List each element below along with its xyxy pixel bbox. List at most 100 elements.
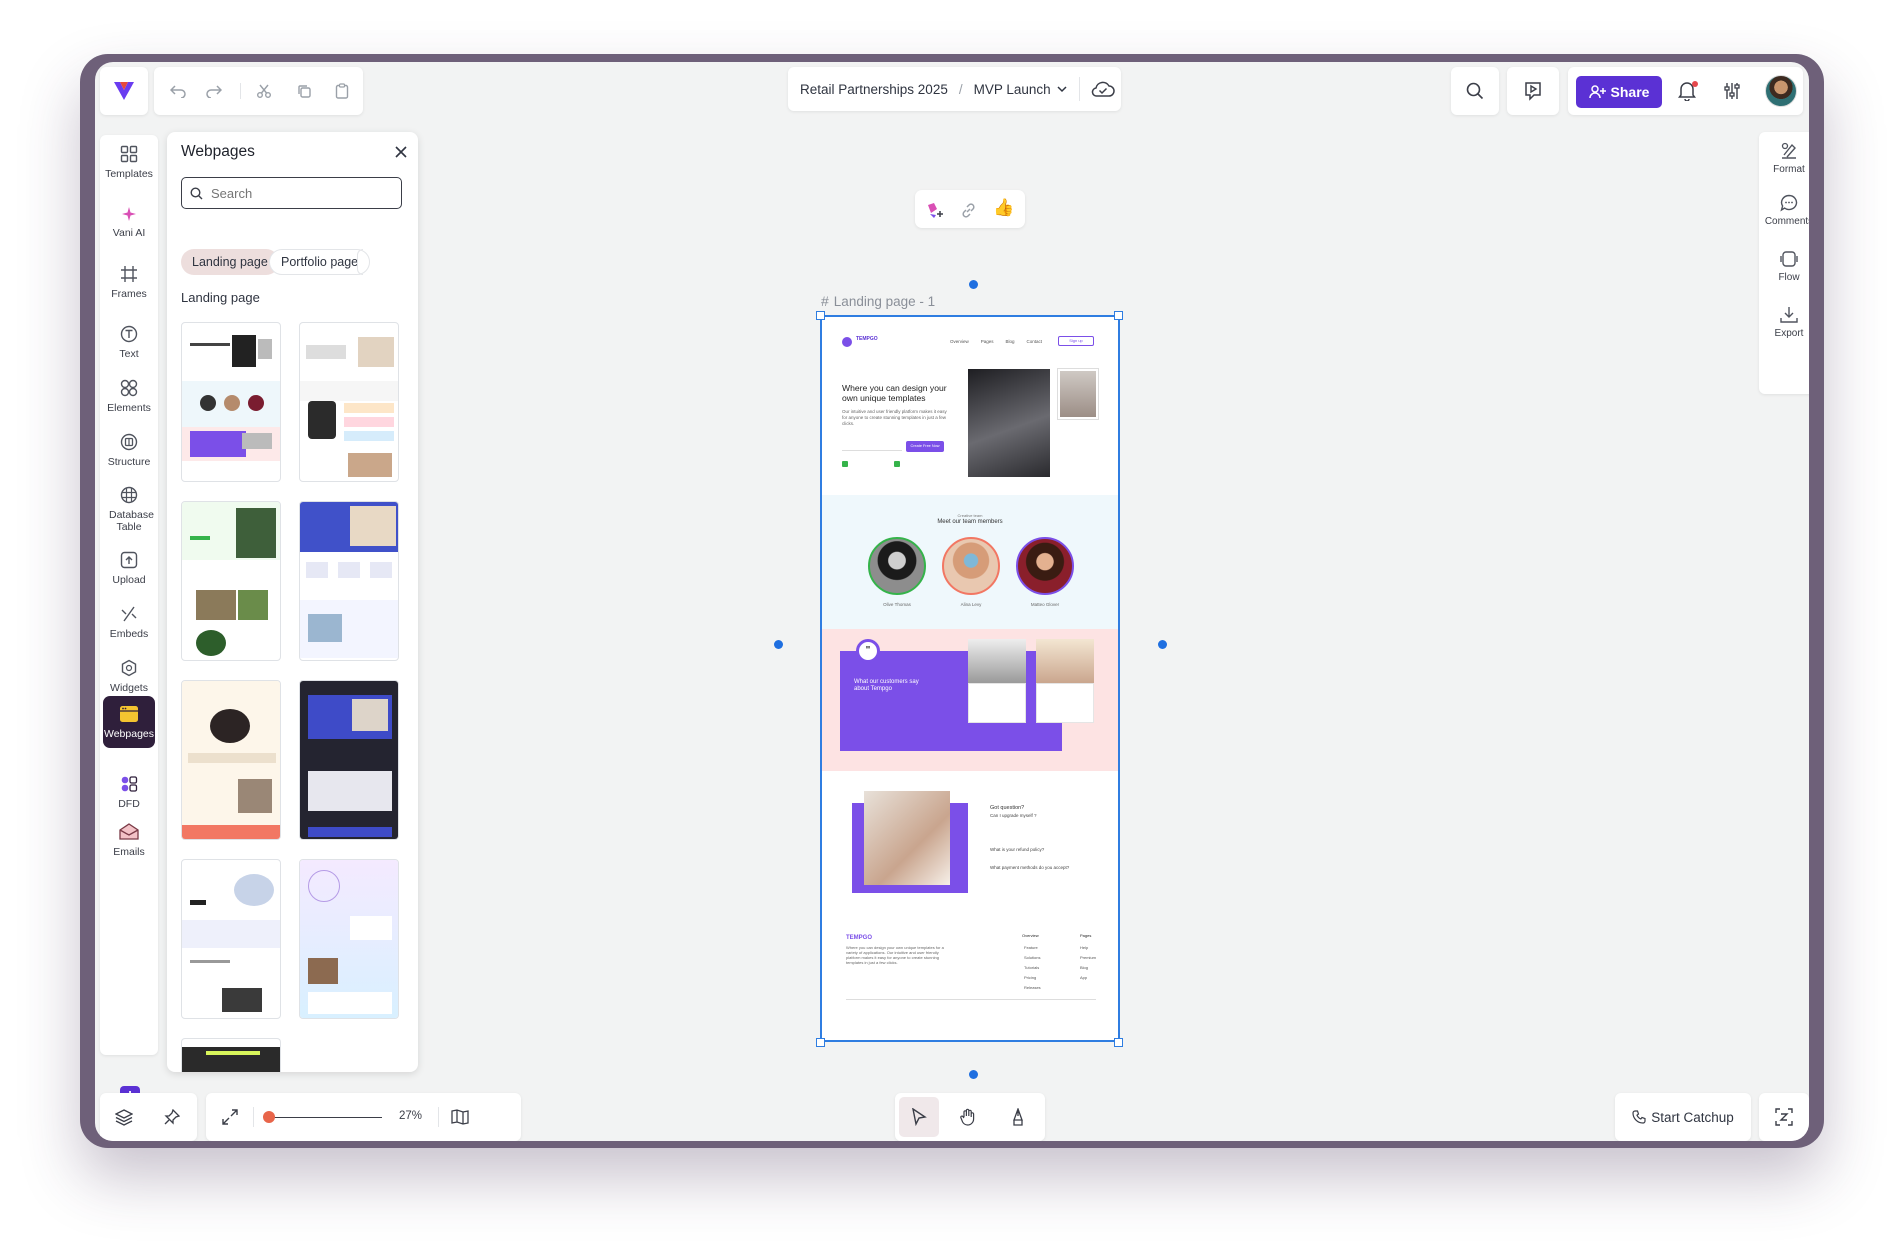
sliders-icon[interactable] — [1722, 81, 1742, 101]
rail-item-text[interactable]: Text — [100, 312, 158, 372]
rail-item-elements[interactable]: Elements — [100, 366, 158, 426]
select-tool-button[interactable] — [899, 1097, 939, 1137]
chip-portfolio-page[interactable]: Portfolio page — [269, 249, 371, 275]
template-thumbnail[interactable] — [181, 322, 281, 482]
structure-icon — [120, 433, 138, 451]
footer-link[interactable]: Feature — [1024, 943, 1041, 953]
start-catchup-label: Start Catchup — [1651, 1109, 1734, 1125]
template-thumbnail-partial[interactable] — [181, 1038, 281, 1072]
template-thumbnail[interactable] — [299, 501, 399, 661]
rail-item-templates[interactable]: Templates — [100, 132, 158, 192]
right-tool-flow[interactable]: Flow — [1760, 250, 1809, 283]
rail-item-database-table[interactable]: Database Table — [100, 474, 158, 544]
connector-dot-right[interactable] — [1158, 640, 1167, 649]
template-thumbnail[interactable] — [299, 322, 399, 482]
faq-item-2[interactable]: What is your refund policy? — [990, 847, 1044, 852]
footer-link[interactable]: Pricing — [1024, 973, 1041, 983]
rail-item-vani-ai[interactable]: Vani AI — [100, 192, 158, 252]
map-icon[interactable] — [450, 1107, 470, 1127]
rail-item-structure[interactable]: Structure — [100, 420, 158, 480]
rail-item-emails[interactable]: Emails — [100, 817, 158, 857]
template-thumbnail[interactable] — [299, 680, 399, 840]
redo-icon[interactable] — [204, 81, 224, 101]
page-nav-item[interactable]: Contact — [1027, 339, 1043, 344]
add-sticker-icon[interactable] — [925, 201, 945, 219]
frame-label[interactable]: # Landing page - 1 — [821, 293, 935, 309]
footer-link[interactable]: Help — [1080, 943, 1096, 953]
footer-link[interactable]: Tutorials — [1024, 963, 1041, 973]
footer-divider — [846, 999, 1096, 1000]
pin-icon[interactable] — [162, 1107, 182, 1127]
template-thumbnail[interactable] — [299, 859, 399, 1019]
template-thumbnail[interactable] — [181, 501, 281, 661]
rail-item-frames[interactable]: Frames — [100, 252, 158, 312]
logo-box[interactable] — [100, 67, 148, 115]
page-nav-item[interactable]: Blog — [1006, 339, 1015, 344]
scissors-icon[interactable] — [254, 81, 274, 101]
landing-page-frame[interactable]: TEMPGO Overview Pages Blog Contact Sign up … — [820, 315, 1120, 1042]
present-button[interactable] — [1507, 67, 1559, 115]
page-nav-item[interactable]: Pages — [981, 339, 994, 344]
thumbs-up-icon[interactable]: 👍 — [993, 198, 1014, 218]
resize-handle-tr[interactable] — [1114, 311, 1123, 320]
rail-item-upload[interactable]: Upload — [100, 538, 158, 598]
template-thumbnail[interactable] — [181, 859, 281, 1019]
breadcrumb-page[interactable]: MVP Launch — [974, 82, 1051, 97]
clipboard-icon[interactable] — [332, 81, 352, 101]
right-tool-comments[interactable]: Comments — [1760, 194, 1809, 227]
rail-item-label: Frames — [111, 287, 147, 300]
footer-body: Where you can design your own unique tem… — [846, 945, 944, 965]
notification-dot — [1692, 81, 1698, 87]
footer-link[interactable]: App — [1080, 973, 1096, 983]
faq-item-3[interactable]: What payment methods do you accept? — [990, 865, 1069, 870]
start-catchup-button[interactable]: Start Catchup — [1615, 1093, 1751, 1141]
avatar[interactable] — [1765, 75, 1797, 107]
team-avatar-2 — [942, 537, 1000, 595]
copy-icon[interactable] — [294, 81, 314, 101]
search-field[interactable] — [181, 177, 402, 209]
cloud-check-icon[interactable] — [1090, 80, 1116, 98]
share-button[interactable]: Share — [1576, 76, 1662, 108]
notification-bell-icon[interactable] — [1678, 81, 1698, 102]
footer-link[interactable]: Solutions — [1024, 953, 1041, 963]
footer-link[interactable]: Premium — [1080, 953, 1096, 963]
resize-handle-br[interactable] — [1114, 1038, 1123, 1047]
search-input[interactable] — [211, 185, 391, 201]
rail-item-embeds[interactable]: Embeds — [100, 592, 158, 652]
right-tool-format[interactable]: Format — [1760, 142, 1809, 175]
chip-landing-page[interactable]: Landing page — [181, 249, 279, 275]
resize-handle-bl[interactable] — [816, 1038, 825, 1047]
email-icon — [119, 823, 139, 841]
rotate-handle[interactable] — [969, 280, 978, 289]
rail-item-dfd[interactable]: DFD — [100, 762, 158, 822]
hero-cta[interactable]: Create Free Now — [906, 441, 944, 452]
footer-link[interactable]: Releases — [1024, 983, 1041, 993]
fullscreen-icon[interactable] — [220, 1107, 240, 1127]
breadcrumb-project[interactable]: Retail Partnerships 2025 — [800, 82, 948, 97]
rail-item-webpages[interactable]: Webpages — [103, 696, 155, 748]
template-thumbnail[interactable] — [181, 680, 281, 840]
undo-icon[interactable] — [168, 81, 188, 101]
search-button[interactable] — [1451, 67, 1499, 115]
link-icon[interactable] — [959, 201, 977, 219]
faq-item-1[interactable]: Can I upgrade myself ? — [990, 813, 1037, 818]
hand-icon[interactable] — [958, 1107, 978, 1127]
page-logo-icon — [842, 337, 852, 347]
ai-assistant-button[interactable] — [1759, 1093, 1809, 1141]
footer-link[interactable]: Blog — [1080, 963, 1096, 973]
connector-dot-bottom[interactable] — [969, 1070, 978, 1079]
page-nav-item[interactable]: Overview — [950, 339, 969, 344]
search-icon — [190, 186, 203, 199]
connector-dot-left[interactable] — [774, 640, 783, 649]
page-nav-button[interactable]: Sign up — [1058, 336, 1094, 346]
pen-icon[interactable] — [1008, 1107, 1028, 1127]
zoom-slider-knob[interactable] — [263, 1111, 275, 1123]
close-icon[interactable] — [395, 145, 409, 159]
resize-handle-tl[interactable] — [816, 311, 825, 320]
breadcrumb: Retail Partnerships 2025 / MVP Launch — [788, 67, 1121, 111]
right-tool-export[interactable]: Export — [1760, 306, 1809, 339]
chevron-down-icon[interactable] — [1057, 85, 1067, 93]
zoom-slider-track[interactable] — [268, 1117, 382, 1118]
hero-email-input[interactable] — [842, 443, 902, 451]
layers-icon[interactable] — [114, 1107, 134, 1127]
